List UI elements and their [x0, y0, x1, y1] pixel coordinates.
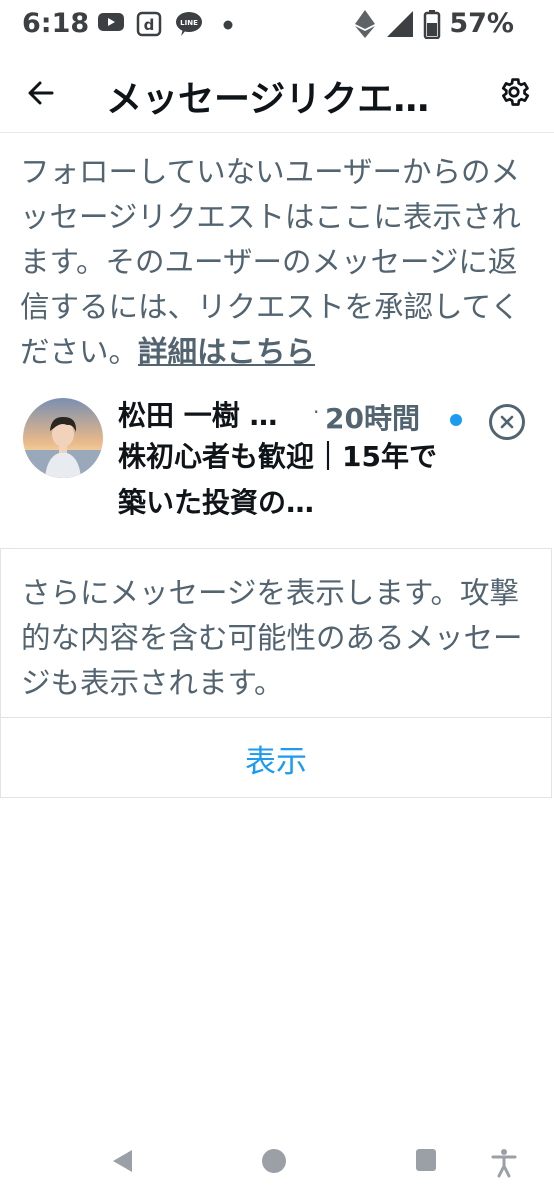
- battery-percent: 57%: [449, 8, 514, 39]
- learn-more-link[interactable]: 詳細はこちら: [138, 335, 315, 369]
- description: フォローしていないユーザーからのメッセージリクエストはここに表示されます。そのユ…: [20, 150, 540, 375]
- close-icon: [500, 415, 514, 429]
- gear-icon: [501, 78, 530, 106]
- show-button[interactable]: 表示: [1, 718, 551, 798]
- battery-icon: [424, 9, 441, 39]
- svg-text:d: d: [144, 16, 155, 34]
- recents-square-icon[interactable]: [415, 1148, 437, 1172]
- accessibility-icon[interactable]: [491, 1148, 517, 1178]
- status-bar: 6:18 d LINE 57%: [0, 0, 554, 50]
- settings-button[interactable]: [494, 72, 534, 112]
- ethereum-icon: [355, 9, 376, 38]
- page-title: メッセージリクエ…: [106, 79, 430, 120]
- avatar[interactable]: [23, 398, 103, 478]
- message-preview: 株初心者も歓迎｜15年で築いた投資の…: [118, 440, 437, 519]
- svg-text:LINE: LINE: [180, 19, 198, 27]
- back-triangle-icon[interactable]: [110, 1148, 134, 1174]
- d-app-icon: d: [136, 11, 162, 37]
- home-circle-icon[interactable]: [261, 1148, 287, 1174]
- back-button[interactable]: [18, 70, 64, 116]
- message-time: 20時間: [325, 402, 420, 435]
- show-more-panel: さらにメッセージを表示します。攻撃的な内容を含む可能性のあるメッセージも表示され…: [0, 548, 552, 798]
- line-icon: LINE: [176, 12, 202, 36]
- arrow-left-icon: [28, 81, 54, 105]
- notification-dot-icon: [223, 20, 233, 30]
- time-separator: ·: [313, 400, 320, 424]
- signal-icon: [387, 10, 414, 37]
- dismiss-request-button[interactable]: [489, 404, 525, 440]
- status-time: 6:18: [22, 8, 90, 39]
- message-request-item[interactable]: 松田 一樹 … · 20時間 株初心者も歓迎｜15年で築いた投資の…: [0, 392, 554, 532]
- unread-indicator: [450, 414, 462, 426]
- sender-name: 松田 一樹 …: [118, 399, 278, 432]
- avatar-image: [23, 398, 103, 478]
- youtube-icon: [98, 13, 124, 31]
- system-nav-bar: [0, 1130, 554, 1200]
- header: メッセージリクエ…: [0, 52, 554, 133]
- status-right: 57%: [353, 8, 514, 39]
- show-more-text: さらにメッセージを表示します。攻撃的な内容を含む可能性のあるメッセージも表示され…: [21, 576, 523, 700]
